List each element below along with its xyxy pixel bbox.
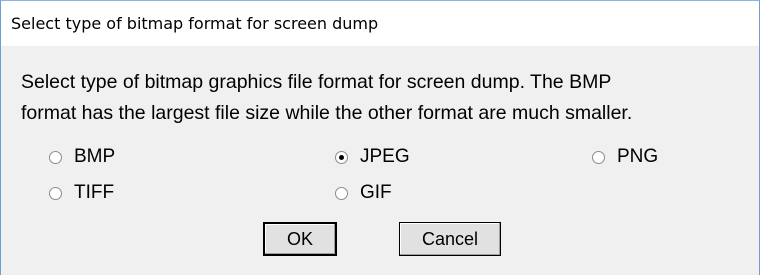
cancel-button[interactable]: Cancel <box>399 222 501 256</box>
radio-jpeg[interactable]: JPEG <box>335 146 410 168</box>
dialog-window: Select type of bitmap format for screen … <box>0 0 760 275</box>
radio-jpeg-label[interactable]: JPEG <box>360 146 410 168</box>
radio-jpeg-circle[interactable] <box>335 150 348 164</box>
radio-png[interactable]: PNG <box>592 146 658 168</box>
radio-png-circle[interactable] <box>592 150 605 164</box>
radio-gif-circle[interactable] <box>335 186 348 200</box>
radio-tiff-label[interactable]: TIFF <box>74 182 114 204</box>
dialog-title: Select type of bitmap format for screen … <box>11 14 379 33</box>
ok-button[interactable]: OK <box>263 222 337 256</box>
message-line-1: Select type of bitmap graphics file form… <box>21 71 612 93</box>
radio-tiff[interactable]: TIFF <box>49 182 114 204</box>
message-line-2: format has the largest file size while t… <box>21 102 633 124</box>
radio-gif[interactable]: GIF <box>335 182 392 204</box>
title-bar[interactable]: Select type of bitmap format for screen … <box>1 1 759 46</box>
radio-png-label[interactable]: PNG <box>617 146 658 168</box>
radio-tiff-circle[interactable] <box>49 186 62 200</box>
radio-gif-label[interactable]: GIF <box>360 182 392 204</box>
radio-bmp-circle[interactable] <box>49 150 62 164</box>
dialog-body: Select type of bitmap graphics file form… <box>1 46 759 275</box>
radio-bmp[interactable]: BMP <box>49 146 115 168</box>
dialog-message: Select type of bitmap graphics file form… <box>21 67 741 129</box>
radio-bmp-label[interactable]: BMP <box>74 146 115 168</box>
